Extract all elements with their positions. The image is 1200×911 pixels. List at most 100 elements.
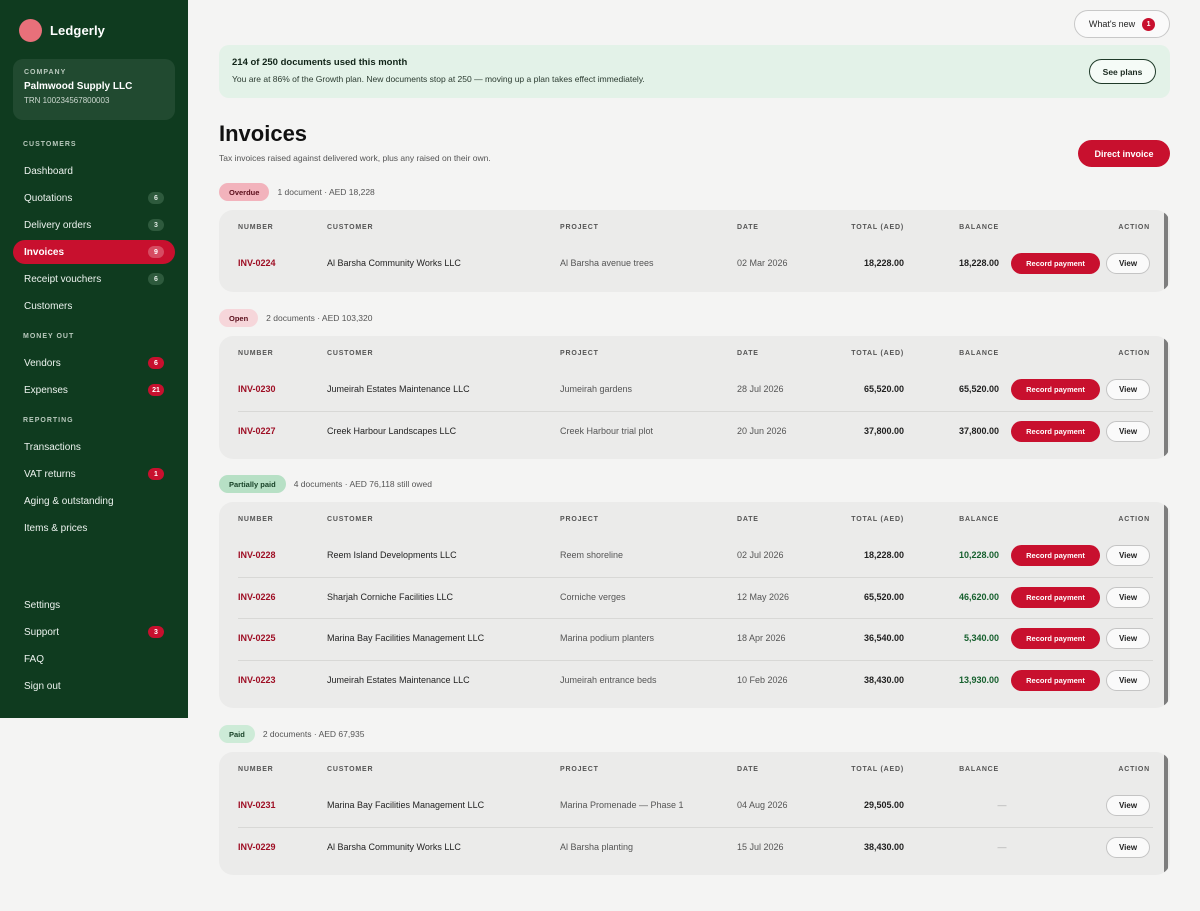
project-name: Reem shoreline: [560, 550, 624, 560]
sidebar-item-delivery-orders[interactable]: Delivery orders 3: [13, 213, 175, 237]
view-button[interactable]: View: [1106, 795, 1150, 816]
plan-usage-text: You are at 86% of the Growth plan. New d…: [232, 74, 645, 84]
record-payment-button[interactable]: Record payment: [1011, 379, 1100, 400]
sidebar-item-label: Dashboard: [24, 165, 73, 177]
sidebar-item-label: VAT returns: [24, 468, 76, 480]
row-divider: [238, 410, 1153, 412]
company-name: Palmwood Supply LLC: [24, 81, 133, 92]
invoice-total: 18,228.00: [863, 550, 904, 560]
invoice-balance: 46,620.00: [958, 591, 999, 602]
invoice-date: 02 Mar 2026: [737, 258, 788, 268]
count-badge: 21: [148, 384, 164, 396]
table-header: NUMBER CUSTOMER PROJECT DATE TOTAL (AED) BALA…: [219, 502, 1170, 535]
column-header-customer: CUSTOMER: [327, 350, 374, 357]
sidebar-item-sign-out[interactable]: Sign out: [13, 674, 175, 698]
table-row[interactable]: INV-0231 Marina Bay Facilities Management…: [219, 785, 1170, 826]
view-button[interactable]: View: [1106, 628, 1150, 649]
column-header-customer: CUSTOMER: [327, 766, 374, 773]
customer-name: Al Barsha Community Works LLC: [327, 841, 461, 852]
invoice-balance: 5,340.00: [963, 633, 999, 643]
column-header-balance: BALANCE: [959, 224, 999, 231]
sidebar-item-label: Transactions: [24, 441, 81, 453]
view-button[interactable]: View: [1106, 586, 1150, 608]
sidebar-item-aging[interactable]: Aging & outstanding: [13, 489, 175, 513]
invoice-balance: 13,930.00: [958, 674, 999, 685]
invoice-balance: 65,520.00: [958, 384, 999, 394]
project-name: Marina podium planters: [560, 633, 655, 643]
table-row[interactable]: INV-0223 Jumeirah Estates Maintenance LLC…: [219, 659, 1170, 701]
invoice-number[interactable]: INV-0230: [238, 384, 276, 394]
view-button[interactable]: View: [1106, 545, 1150, 566]
view-button[interactable]: View: [1106, 836, 1150, 858]
invoice-number[interactable]: INV-0229: [238, 842, 276, 852]
view-button[interactable]: View: [1106, 420, 1150, 442]
invoice-number[interactable]: INV-0228: [238, 550, 276, 560]
invoice-number[interactable]: INV-0224: [238, 258, 276, 268]
company-card[interactable]: COMPANY Palmwood Supply LLC TRN 10023456…: [13, 59, 175, 120]
record-payment-button[interactable]: Record payment: [1011, 669, 1100, 691]
record-payment-button[interactable]: Record payment: [1011, 628, 1100, 649]
table-row[interactable]: INV-0228 Reem Island Developments LLC Reem…: [219, 535, 1170, 576]
sidebar-item-quotations[interactable]: Quotations 6: [13, 186, 175, 210]
see-plans-button[interactable]: See plans: [1089, 59, 1156, 84]
sidebar-item-transactions[interactable]: Transactions: [13, 435, 175, 459]
view-button[interactable]: View: [1106, 253, 1150, 274]
sidebar-item-vat-returns[interactable]: VAT returns 1: [13, 462, 175, 486]
sidebar-item-invoices[interactable]: Invoices 9: [13, 240, 175, 264]
record-payment-button[interactable]: Record payment: [1011, 586, 1100, 608]
page-title: Invoices: [219, 121, 308, 146]
table-row[interactable]: INV-0229 Al Barsha Community Works LLC Al …: [219, 826, 1170, 868]
sidebar-item-label: Settings: [24, 599, 61, 611]
invoice-table-partial: NUMBER CUSTOMER PROJECT DATE TOTAL (AED) BALA…: [219, 502, 1170, 708]
sidebar-item-support[interactable]: Support 3: [13, 620, 175, 644]
sidebar-item-receipt-vouchers[interactable]: Receipt vouchers 6: [13, 267, 175, 291]
invoice-date: 02 Jul 2026: [737, 550, 784, 560]
view-button[interactable]: View: [1106, 669, 1150, 691]
table-row[interactable]: INV-0230 Jumeirah Estates Maintenance LLC…: [219, 369, 1170, 410]
brand[interactable]: Ledgerly: [19, 19, 105, 42]
sidebar-item-settings[interactable]: Settings: [13, 593, 175, 617]
column-header-total: TOTAL (AED): [851, 516, 904, 523]
sidebar-item-faq[interactable]: FAQ: [13, 647, 175, 671]
count-badge: 6: [148, 357, 164, 369]
status-badge: Partially paid: [219, 475, 286, 493]
table-row[interactable]: INV-0226 Sharjah Corniche Facilities LLC C…: [219, 576, 1170, 618]
company-label: COMPANY: [24, 69, 67, 76]
column-header-total: TOTAL (AED): [851, 766, 904, 773]
section-label-money-out: MONEY OUT: [23, 333, 75, 340]
record-payment-button[interactable]: Record payment: [1011, 420, 1100, 442]
column-header-project: PROJECT: [560, 766, 599, 773]
invoice-table-open: NUMBER CUSTOMER PROJECT DATE TOTAL (AED) BALA…: [219, 336, 1170, 459]
customer-name: Sharjah Corniche Facilities LLC: [327, 591, 454, 602]
table-row[interactable]: INV-0227 Creek Harbour Landscapes LLC Cree…: [219, 410, 1170, 452]
column-header-project: PROJECT: [560, 350, 599, 357]
invoice-total: 65,520.00: [863, 384, 904, 394]
invoice-number[interactable]: INV-0231: [238, 800, 276, 810]
group-header-partial: Partially paid 4 documents · AED 76,118 s…: [219, 475, 432, 493]
invoice-number[interactable]: INV-0226: [238, 592, 276, 602]
invoice-number[interactable]: INV-0225: [238, 633, 276, 643]
sidebar-item-expenses[interactable]: Expenses 21: [13, 378, 175, 402]
direct-invoice-button[interactable]: Direct invoice: [1078, 140, 1170, 167]
record-payment-button[interactable]: Record payment: [1011, 545, 1100, 566]
record-payment-button[interactable]: Record payment: [1011, 253, 1100, 274]
invoice-date: 12 May 2026: [737, 591, 790, 602]
sidebar-item-items-prices[interactable]: Items & prices: [13, 516, 175, 540]
column-header-date: DATE: [737, 224, 759, 231]
whats-new-button[interactable]: What's new 1: [1074, 10, 1170, 38]
sidebar-item-label: Quotations: [24, 192, 73, 204]
column-header-number: NUMBER: [238, 766, 274, 773]
invoice-number[interactable]: INV-0227: [238, 426, 276, 436]
table-row[interactable]: INV-0225 Marina Bay Facilities Management…: [219, 618, 1170, 659]
project-name: Marina Promenade — Phase 1: [560, 800, 684, 810]
invoice-table-overdue: NUMBER CUSTOMER PROJECT DATE TOTAL (AED) BALA…: [219, 210, 1170, 292]
table-row[interactable]: INV-0224 Al Barsha Community Works LLC Al …: [219, 243, 1170, 284]
sidebar-item-vendors[interactable]: Vendors 6: [13, 351, 175, 375]
sidebar-item-customers[interactable]: Customers: [13, 294, 175, 318]
view-button[interactable]: View: [1106, 379, 1150, 400]
invoice-number[interactable]: INV-0223: [238, 675, 276, 685]
invoice-date: 04 Aug 2026: [737, 800, 788, 810]
column-header-date: DATE: [737, 766, 759, 773]
row-divider: [238, 826, 1153, 828]
sidebar-item-dashboard[interactable]: Dashboard: [13, 159, 175, 183]
